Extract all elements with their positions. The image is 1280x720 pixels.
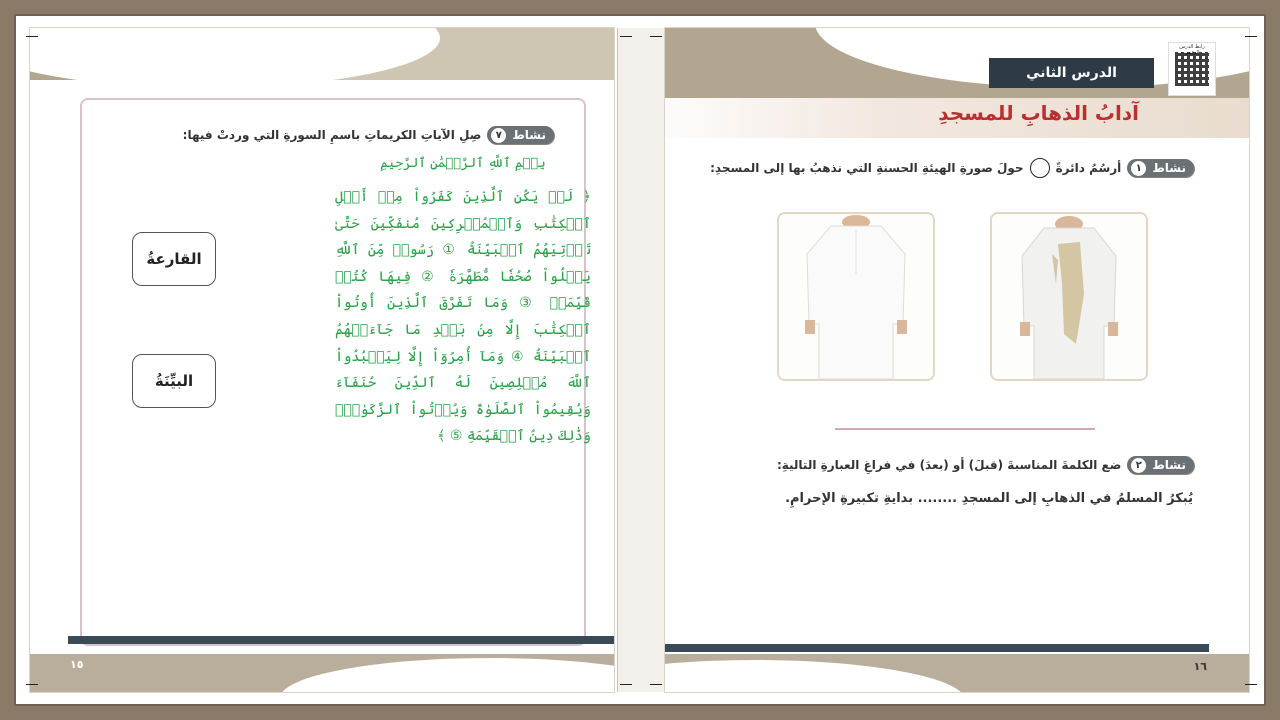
crop-mark (650, 36, 662, 49)
activity-label: نشاط (1152, 458, 1186, 472)
activity-number: ٢ (1131, 457, 1147, 473)
photo-clean-thobe[interactable] (777, 212, 935, 381)
photo-stained-thobe[interactable] (990, 212, 1148, 381)
activity-badge: نشاط ١ (1127, 159, 1194, 177)
circle-icon (1029, 158, 1050, 178)
qr-code[interactable]: رابط الدرس الرقمي (1168, 42, 1216, 96)
activity-instruction-1: أرسُمُ دائرةً (1055, 161, 1122, 175)
option-alqariah[interactable]: القارعةُ (132, 232, 216, 286)
lesson-tab: الدرس الثاني (989, 58, 1154, 88)
crop-mark (620, 684, 632, 697)
crop-mark (1245, 684, 1257, 697)
fill-blank-sentence[interactable]: يُبكرُ المسلمُ في الذهابِ إلى المسجدِ ..… (785, 491, 1193, 506)
left-page: نشاط ٧ صِلِ الآياتِ الكريماتِ باسمِ السو… (30, 28, 614, 692)
activity-2-header: نشاط ٢ ضع الكلمةَ المناسبةَ (قبلَ) أو (ب… (777, 456, 1194, 474)
basmala: بِسۡمِ ٱللَّهِ ٱلرَّحۡمَٰنِ ٱلرَّحِيمِ (380, 156, 546, 171)
activity-badge: نشاط ٢ (1127, 456, 1194, 474)
footer-bar (665, 644, 1209, 652)
thobe-stained-icon (992, 214, 1146, 379)
activity-number: ١ (1131, 160, 1147, 176)
activity-1-header: نشاط ١ أرسُمُ دائرةً حولَ صورةِ الهيئةِ … (710, 158, 1194, 178)
right-page: الدرس الثاني رابط الدرس الرقمي آدابُ الذ… (665, 28, 1249, 692)
qr-code-icon (1175, 52, 1209, 86)
quran-verses: ﴿ لَمۡ يَكُنِ ٱلَّذِينَ كَفَرُواْ مِنۡ أ… (335, 189, 591, 445)
activity-instruction: صِلِ الآياتِ الكريماتِ باسمِ السورةِ الت… (182, 128, 482, 142)
crop-mark (620, 36, 632, 49)
section-divider (835, 428, 1095, 430)
activity-instruction: ضع الكلمةَ المناسبةَ (قبلَ) أو (بعدَ) في… (776, 458, 1122, 472)
activity-label: نشاط (1152, 161, 1186, 175)
footer-bar (68, 636, 614, 644)
activity-instruction-2: حولَ صورةِ الهيئةِ الحسنةِ التي نذهبُ به… (710, 161, 1024, 175)
lesson-title: آدابُ الذهابِ للمسجدِ (938, 101, 1139, 125)
crop-mark (1245, 36, 1257, 49)
crop-mark (26, 36, 38, 49)
activity-label: نشاط (512, 128, 546, 142)
activity-number: ٧ (491, 127, 507, 143)
book-spine (617, 28, 665, 692)
activity-7-header: نشاط ٧ صِلِ الآياتِ الكريماتِ باسمِ السو… (183, 126, 554, 144)
crop-mark (26, 684, 38, 697)
option-albayyinah[interactable]: البيِّنَةُ (132, 354, 216, 408)
page-number-right: ١٦ (1193, 660, 1207, 673)
crop-mark (650, 684, 662, 697)
activity-badge: نشاط ٧ (487, 126, 554, 144)
thobe-clean-icon (779, 214, 933, 379)
page-number-left: ١٥ (70, 658, 84, 671)
document-viewer: نشاط ٧ صِلِ الآياتِ الكريماتِ باسمِ السو… (0, 0, 1280, 720)
